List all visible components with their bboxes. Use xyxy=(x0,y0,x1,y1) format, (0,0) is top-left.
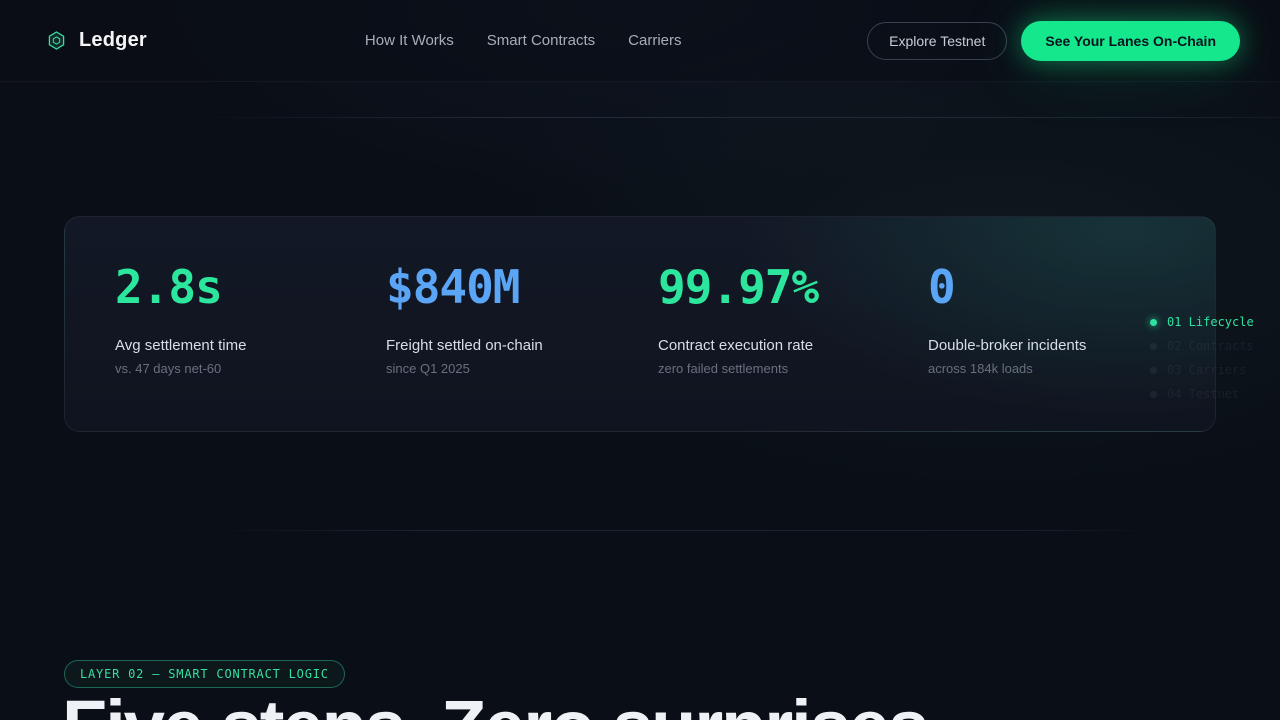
section-nav-item-lifecycle[interactable]: 01 Lifecycle xyxy=(1150,310,1254,334)
section-nav-item-3[interactable]: 03 Carriers xyxy=(1150,358,1254,382)
ledger-hexagon-logo-icon xyxy=(48,31,65,50)
section-nav-label: 02 Contracts xyxy=(1167,339,1254,353)
stat-label: Avg settlement time xyxy=(115,337,247,354)
stat-freight-settled: $840M Freight settled on-chain since Q1 … xyxy=(386,264,658,376)
page: Ledger How It Works Smart Contracts Carr… xyxy=(0,0,1280,720)
section-divider-top xyxy=(180,117,1280,118)
nav-link-smart-contracts[interactable]: Smart Contracts xyxy=(487,32,595,49)
brand-name: Ledger xyxy=(79,29,147,51)
section-nav-label: 01 Lifecycle xyxy=(1167,315,1254,329)
section-nav-item-4[interactable]: 04 Testnet xyxy=(1150,382,1254,406)
stat-subtext: zero failed settlements xyxy=(658,361,789,376)
stat-value: 99.97% xyxy=(658,260,819,314)
stat-subtext: since Q1 2025 xyxy=(386,361,470,376)
stat-value: 0 xyxy=(928,260,956,314)
section-heading: Five steps. Zero surprises. xyxy=(62,686,948,720)
stat-contract-execution-rate: 99.97% Contract execution rate zero fail… xyxy=(658,264,928,376)
see-your-lanes-on-chain-button[interactable]: See Your Lanes On-Chain xyxy=(1021,20,1240,61)
section-nav-label: 03 Carriers xyxy=(1167,363,1247,377)
brand[interactable]: Ledger xyxy=(48,29,147,52)
explore-testnet-button[interactable]: Explore Testnet xyxy=(867,21,1008,60)
header: Ledger How It Works Smart Contracts Carr… xyxy=(0,0,1280,82)
stats-grid: 2.8s Avg settlement time vs. 47 days net… xyxy=(65,217,1215,376)
stat-label: Freight settled on-chain xyxy=(386,337,543,354)
stat-subtext: vs. 47 days net-60 xyxy=(115,361,222,376)
stats-card: 2.8s Avg settlement time vs. 47 days net… xyxy=(64,216,1216,432)
layer-02-badge: LAYER 02 — SMART CONTRACT LOGIC xyxy=(64,660,345,688)
header-actions: Explore Testnet See Your Lanes On-Chain xyxy=(867,20,1240,61)
nav-link-carriers[interactable]: Carriers xyxy=(628,32,681,49)
main-nav: How It Works Smart Contracts Carriers xyxy=(365,32,682,49)
section-progress-nav: 01 Lifecycle 02 Contracts 03 Carriers 04… xyxy=(1150,310,1254,406)
stat-avg-settlement-time: 2.8s Avg settlement time vs. 47 days net… xyxy=(115,264,386,376)
stat-value: $840M xyxy=(386,260,520,314)
section-divider-bottom xyxy=(200,530,1155,531)
active-dot-icon xyxy=(1150,318,1157,326)
stat-value: 2.8s xyxy=(115,260,223,314)
nav-link-how-it-works[interactable]: How It Works xyxy=(365,32,454,49)
section-nav-label: 04 Testnet xyxy=(1167,387,1240,401)
stat-label: Contract execution rate xyxy=(658,337,814,354)
section-nav-item-2[interactable]: 02 Contracts xyxy=(1150,334,1254,358)
dot-icon xyxy=(1150,366,1157,374)
dot-icon xyxy=(1150,342,1157,350)
dot-icon xyxy=(1150,390,1157,398)
